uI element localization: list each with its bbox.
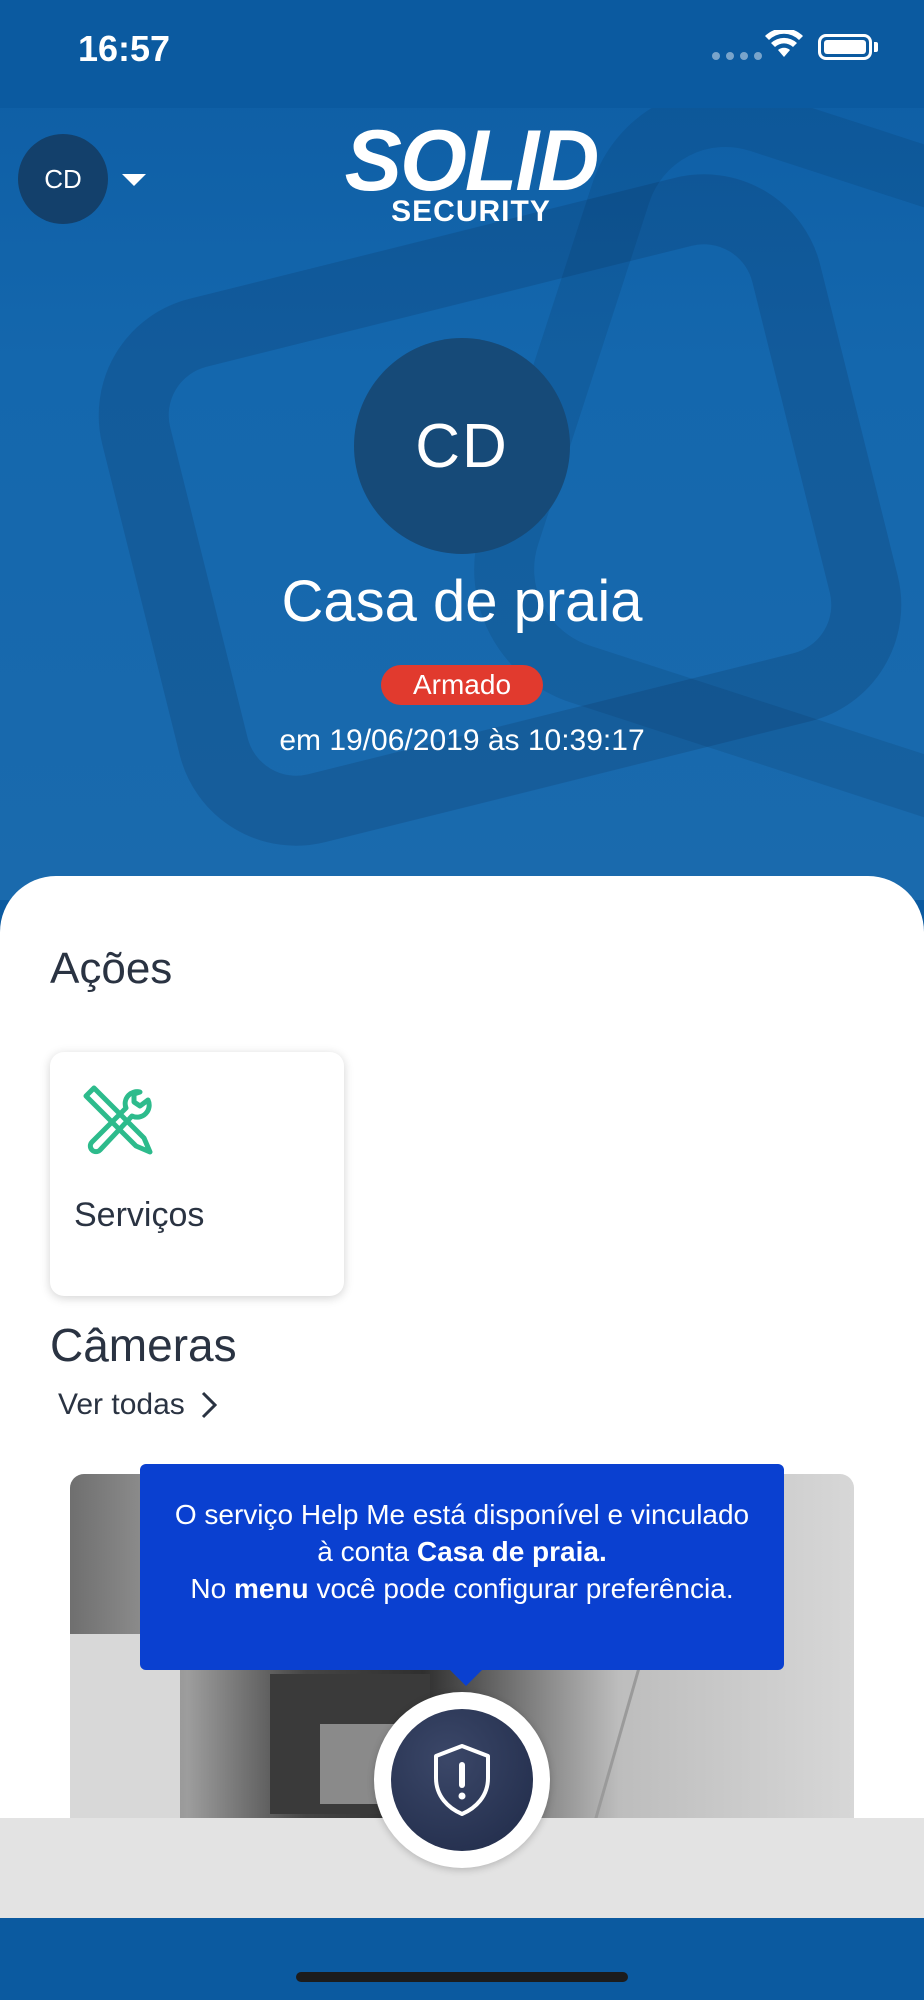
battery-tip (874, 42, 878, 52)
chevron-right-icon (201, 1391, 217, 1419)
status-time: 16:57 (78, 28, 171, 69)
shield-alert-icon (434, 1744, 490, 1816)
services-card[interactable]: Serviços (50, 1052, 344, 1296)
tooltip-line-1: O serviço Help Me está disponível e vinc… (174, 1499, 750, 1530)
profile-avatar: CD (354, 338, 570, 554)
help-me-tooltip[interactable]: O serviço Help Me está disponível e vinc… (140, 1464, 784, 1670)
tooltip-line-3: No menu você pode configurar preferência… (190, 1573, 734, 1604)
services-label: Serviços (74, 1196, 205, 1234)
status-bar: 16:57 (0, 0, 924, 108)
cellular-signal-icon (712, 52, 762, 60)
tooltip-line-2: à conta Casa de praia. (317, 1536, 607, 1567)
bottom-safe-area (0, 1918, 924, 2000)
tooltip-arrow (448, 1668, 484, 1686)
account-avatar[interactable]: CD (18, 134, 108, 224)
tools-icon (83, 1085, 153, 1155)
wifi-icon (765, 30, 803, 57)
see-all-label: Ver todas (58, 1388, 185, 1421)
battery-icon (818, 34, 872, 60)
status-badge: Armado (381, 665, 543, 705)
see-all-cameras-link[interactable]: Ver todas (58, 1388, 217, 1422)
place-name: Casa de praia (281, 569, 643, 634)
solid-security-logo: SOLID SECURITY (344, 113, 600, 228)
status-timestamp: em 19/06/2019 às 10:39:17 (279, 724, 645, 757)
actions-title: Ações (50, 944, 173, 993)
account-dropdown-icon[interactable] (122, 174, 146, 186)
cameras-title: Câmeras (50, 1319, 237, 1371)
help-me-button[interactable] (391, 1709, 533, 1851)
home-indicator[interactable] (296, 1972, 628, 1982)
